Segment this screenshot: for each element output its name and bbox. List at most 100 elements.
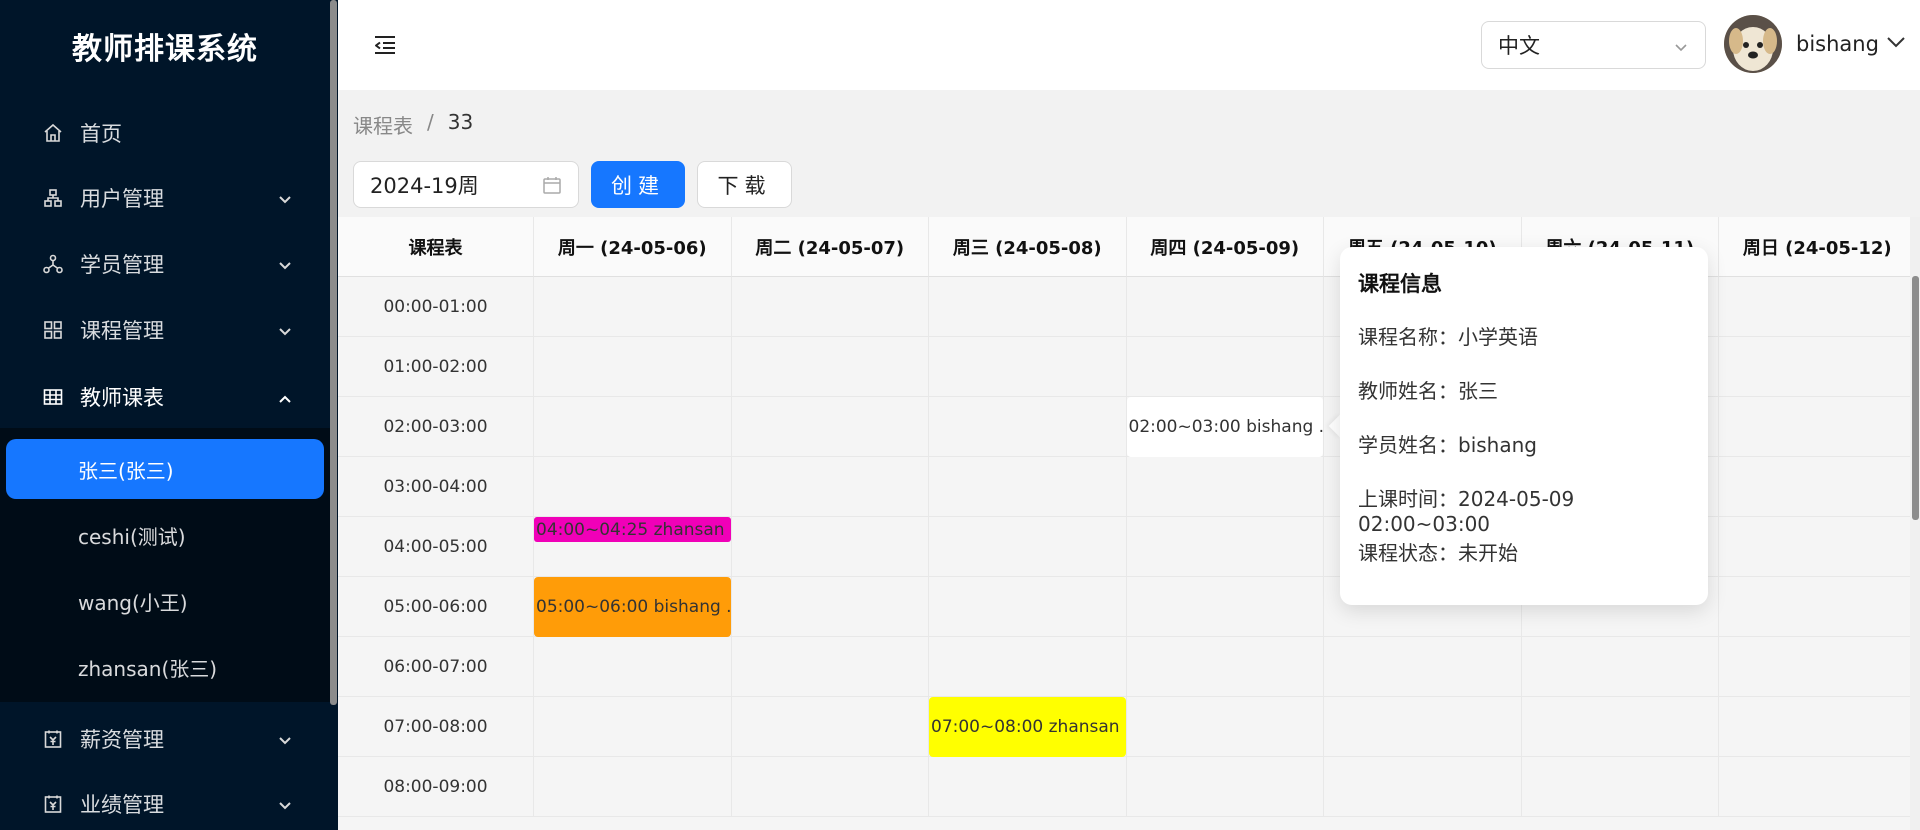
chevron-down-icon[interactable] [1886,34,1906,53]
schedule-cell[interactable] [1521,637,1719,697]
app-title: 教师排课系统 [72,32,258,67]
schedule-cell[interactable] [929,637,1127,697]
day-header: 周一 (24-05-06) [534,217,732,277]
time-slot-label: 05:00-06:00 [338,577,534,637]
schedule-cell[interactable] [534,457,732,517]
schedule-cell[interactable] [1719,757,1917,817]
create-button[interactable]: 创建 [591,161,685,208]
popover-course-name: 课程名称：小学英语 [1358,325,1538,349]
sidebar: 教师排课系统 首页 用户管理 学员管理 课程管理 教师课表 张三(张三) ces… [0,0,338,830]
day-header: 周三 (24-05-08) [929,217,1127,277]
schedule-cell[interactable] [1126,337,1324,397]
sidebar-item-salary-management[interactable]: 薪资管理 [0,709,330,769]
schedule-cell[interactable] [731,277,929,337]
course-info-popover: 课程信息 课程名称：小学英语 教师姓名：张三 学员姓名：bishang 上课时间… [1340,247,1708,605]
time-slot-label: 00:00-01:00 [338,277,534,337]
schedule-cell[interactable] [1126,277,1324,337]
course-event[interactable]: 04:00~04:25 zhansan ... [534,517,731,542]
schedule-cell[interactable] [534,757,732,817]
popover-student-name: 学员姓名：bishang [1358,433,1537,457]
time-slot-label: 01:00-02:00 [338,337,534,397]
schedule-cell[interactable] [534,277,732,337]
chevron-up-icon [278,385,292,409]
chevron-down-icon [278,727,292,751]
schedule-cell[interactable] [1126,757,1324,817]
menu-fold-icon[interactable] [372,32,398,58]
schedule-cell[interactable] [929,517,1127,577]
schedule-cell[interactable] [731,397,929,457]
schedule-cell[interactable] [1126,517,1324,577]
schedule-cell[interactable] [1719,397,1917,457]
time-slot-label: 03:00-04:00 [338,457,534,517]
course-event[interactable]: 05:00~06:00 bishang ... [534,577,731,637]
chevron-down-icon [278,186,292,210]
sidebar-item-performance-management[interactable]: 业绩管理 [0,774,330,830]
schedule-cell[interactable] [1719,457,1917,517]
avatar[interactable] [1724,15,1782,73]
schedule-cell[interactable] [534,697,732,757]
week-picker[interactable]: 2024-19周 [353,161,579,208]
submenu-item-zhangsan[interactable]: 张三(张三) [6,439,324,499]
breadcrumb-separator: / [427,110,434,134]
sidebar-item-home[interactable]: 首页 [0,103,330,163]
sidebar-item-label: 用户管理 [80,187,164,211]
language-select[interactable]: 中文 [1481,21,1706,69]
schedule-cell[interactable] [929,277,1127,337]
performance-icon [40,794,66,814]
sidebar-item-label: 教师课表 [80,386,164,410]
sidebar-scrollbar[interactable] [330,0,337,705]
schedule-cell[interactable] [1521,757,1719,817]
schedule-cell[interactable] [1324,697,1522,757]
schedule-cell[interactable] [1324,757,1522,817]
submenu-item-zhansan[interactable]: zhansan(张三) [0,637,330,697]
schedule-cell[interactable] [1126,577,1324,637]
teacher-submenu: 张三(张三) ceshi(测试) wang(小王) zhansan(张三) [0,428,330,702]
schedule-cell[interactable] [1719,697,1917,757]
course-event[interactable]: 02:00~03:00 bishang ... [1126,397,1323,457]
download-button[interactable]: 下载 [697,161,792,208]
schedule-cell[interactable] [731,637,929,697]
schedule-cell[interactable] [731,577,929,637]
schedule-cell[interactable] [1719,517,1917,577]
breadcrumb-current: 33 [447,110,474,134]
schedule-cell[interactable] [731,517,929,577]
schedule-cell[interactable] [1126,697,1324,757]
schedule-cell[interactable] [1324,637,1522,697]
user-org-icon [40,188,66,208]
sidebar-item-teacher-schedule[interactable]: 教师课表 [0,367,330,427]
schedule-scrollbar-thumb[interactable] [1912,276,1919,520]
schedule-cell[interactable] [929,457,1127,517]
schedule-cell[interactable] [731,337,929,397]
schedule-cell[interactable] [534,337,732,397]
schedule-cell[interactable] [1719,277,1917,337]
schedule-cell[interactable] [1719,637,1917,697]
schedule-cell[interactable] [929,337,1127,397]
schedule-cell[interactable] [929,757,1127,817]
submenu-item-ceshi[interactable]: ceshi(测试) [0,505,330,565]
schedule-cell[interactable] [1521,697,1719,757]
sidebar-item-user-management[interactable]: 用户管理 [0,168,330,228]
schedule-cell[interactable] [1126,637,1324,697]
schedule-cell[interactable] [534,397,732,457]
sidebar-item-label: 业绩管理 [80,793,164,817]
schedule-cell[interactable] [1719,337,1917,397]
schedule-cell[interactable] [1719,577,1917,637]
schedule-cell[interactable] [534,637,732,697]
breadcrumb-parent[interactable]: 课程表 [353,110,413,139]
schedule-cell[interactable] [731,757,929,817]
schedule-cell[interactable] [929,397,1127,457]
day-header: 周二 (24-05-07) [731,217,929,277]
schedule-cell[interactable] [731,457,929,517]
submenu-item-wang[interactable]: wang(小王) [0,571,330,631]
schedule-cell[interactable] [1126,457,1324,517]
salary-icon [40,729,66,749]
username[interactable]: bishang [1796,32,1879,56]
schedule-cell[interactable] [929,577,1127,637]
chevron-down-icon [278,252,292,276]
course-event[interactable]: 07:00~08:00 zhansan ... [929,697,1126,757]
breadcrumb: 课程表 / 33 [353,110,473,139]
sidebar-item-student-management[interactable]: 学员管理 [0,234,330,294]
top-header: 中文 bishang [338,0,1920,90]
schedule-cell[interactable] [731,697,929,757]
sidebar-item-course-management[interactable]: 课程管理 [0,300,330,360]
